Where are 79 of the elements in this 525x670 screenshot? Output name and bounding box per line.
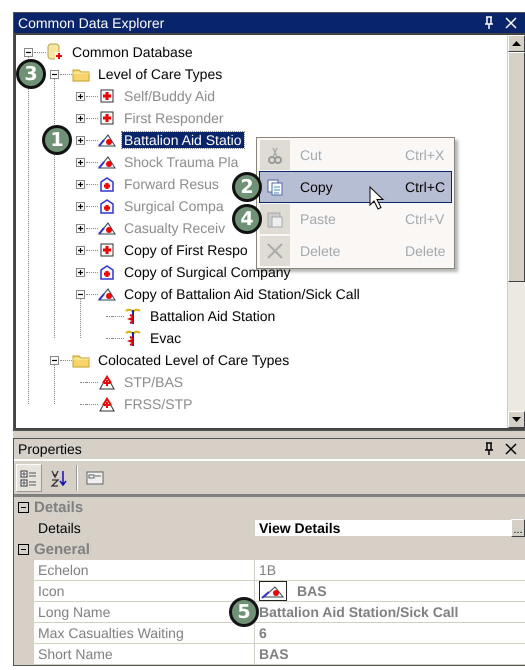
expander-icon[interactable] <box>24 48 33 56</box>
menu-item-label: Delete <box>299 243 342 259</box>
expander-icon[interactable] <box>76 268 85 276</box>
tree-item[interactable]: Battalion Aid Station <box>148 308 278 324</box>
menu-item[interactable]: Copy Ctrl+C <box>259 171 452 203</box>
callout-number: 3 <box>16 59 46 89</box>
tree-item[interactable]: Level of Care Types <box>96 66 224 82</box>
shortcut-text: Ctrl+C <box>405 179 446 195</box>
shortcut-text: Ctrl+X <box>405 147 444 163</box>
building-node-icon <box>98 263 116 281</box>
callout-number: 2 <box>232 172 262 202</box>
menu-item-label: Cut <box>299 147 323 163</box>
delete-icon <box>266 242 284 260</box>
caduceus-node-icon <box>124 329 142 347</box>
building-node-icon <box>98 175 116 193</box>
property-name: Max Casualties Waiting <box>34 623 255 644</box>
caduceus-node-icon <box>124 307 142 325</box>
scroll-down-button[interactable] <box>508 411 525 428</box>
database-node-icon <box>46 43 64 61</box>
paste-icon <box>266 210 284 228</box>
tree-item[interactable]: Evac <box>148 330 184 346</box>
expander-icon[interactable] <box>18 544 29 555</box>
expander-icon[interactable] <box>76 202 85 210</box>
tree-item[interactable]: Battalion Aid Statio <box>122 132 244 148</box>
alphabetical-icon <box>50 468 68 486</box>
category-header: Details <box>34 499 84 516</box>
categorized-icon <box>20 468 38 486</box>
close-icon[interactable] <box>503 15 519 31</box>
down-arrow-icon <box>512 417 521 422</box>
tree-item[interactable]: Colocated Level of Care Types <box>96 352 292 368</box>
property-name: Echelon <box>34 560 255 581</box>
expander-icon[interactable] <box>76 114 85 122</box>
tree-item[interactable]: Common Database <box>70 44 195 60</box>
tree-item[interactable]: Copy of Battalion Aid Station/Sick Call <box>122 286 362 302</box>
menu-item-label: Copy <box>299 179 334 195</box>
scroll-thumb[interactable] <box>508 52 525 282</box>
callout-number: 4 <box>232 204 262 234</box>
copy-icon <box>266 178 284 196</box>
callout-number: 1 <box>42 125 72 155</box>
category-header: General <box>34 541 90 558</box>
cross-node-icon <box>98 109 116 127</box>
stacked-node-icon <box>98 373 116 391</box>
categorized-button[interactable] <box>16 464 42 492</box>
building-node-icon <box>98 197 116 215</box>
expander-icon[interactable] <box>76 92 85 100</box>
property-value: 6 <box>259 625 267 641</box>
cross-node-icon <box>98 241 116 259</box>
expander-icon[interactable] <box>18 502 29 513</box>
expander-icon[interactable] <box>50 356 59 364</box>
property-value: 1B <box>259 562 276 578</box>
close-icon[interactable] <box>503 441 519 457</box>
tree-item[interactable]: Copy of First Respo <box>122 242 250 258</box>
expander-icon[interactable] <box>76 158 85 166</box>
panel-title: Properties <box>18 441 83 457</box>
panel-title: Common Data Explorer <box>18 15 166 31</box>
pages-icon <box>86 468 104 486</box>
expander-icon[interactable] <box>76 224 85 232</box>
menu-item-label: Paste <box>299 211 337 227</box>
expander-icon[interactable] <box>50 70 59 78</box>
property-name: Short Name <box>34 644 255 665</box>
shortcut-text: Ctrl+V <box>405 211 444 227</box>
expander-icon[interactable] <box>76 246 85 254</box>
shortcut-text: Delete <box>405 243 446 259</box>
mouse-pointer-icon <box>369 186 385 210</box>
expander-icon[interactable] <box>76 180 85 188</box>
cut-icon <box>266 146 284 164</box>
property-value: BAS <box>297 583 327 599</box>
scroll-up-button[interactable] <box>508 35 525 52</box>
property-name: Icon <box>34 581 255 602</box>
expander-icon[interactable] <box>76 290 85 298</box>
property-value: Battalion Aid Station/Sick Call <box>259 604 458 620</box>
property-value: BAS <box>259 646 289 662</box>
tree-item[interactable]: Copy of Surgical Company <box>122 264 293 280</box>
stacked-node-icon <box>98 395 116 413</box>
expander-icon[interactable] <box>76 136 85 144</box>
up-arrow-icon <box>512 41 521 46</box>
browse-button[interactable]: ... <box>511 519 525 537</box>
property-value[interactable]: View Details <box>259 520 340 536</box>
cross-node-icon <box>98 87 116 105</box>
